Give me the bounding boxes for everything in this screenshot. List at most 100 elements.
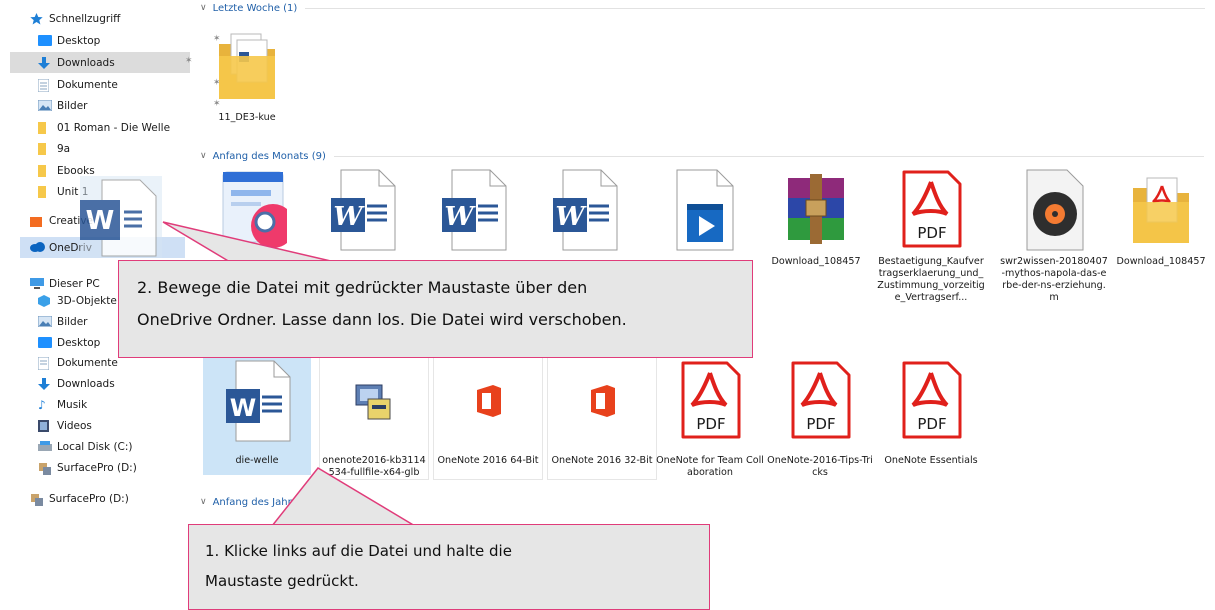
svg-text:PDF: PDF bbox=[696, 415, 725, 433]
drag-ghost: W bbox=[80, 176, 162, 258]
nav-folder-9a[interactable]: 9a bbox=[38, 138, 70, 159]
nav-label: Dieser PC bbox=[49, 277, 100, 290]
group-title: Anfang des Jahr bbox=[212, 496, 292, 508]
nav-label: Downloads bbox=[57, 377, 115, 390]
file-tile[interactable] bbox=[193, 166, 301, 254]
file-tile[interactable]: W bbox=[419, 166, 527, 254]
usb-drive-icon bbox=[38, 462, 52, 475]
callout-text: Maustaste gedrückt. bbox=[205, 572, 359, 590]
download-arrow-icon bbox=[38, 377, 52, 390]
nav-label: Desktop bbox=[57, 34, 101, 47]
nav-local-disk[interactable]: Local Disk (C:) bbox=[38, 436, 133, 457]
nav-bilder[interactable]: Bilder ✶ bbox=[37, 95, 221, 116]
desktop-icon bbox=[38, 336, 52, 349]
file-tile[interactable]: onenote2016-kb3114534-fullfile-x64-glb bbox=[319, 356, 429, 480]
file-tile[interactable]: OneNote 2016 64-Bit bbox=[433, 356, 543, 480]
file-tile[interactable]: W bbox=[308, 166, 416, 254]
file-tile[interactable]: W bbox=[530, 166, 638, 254]
svg-text:PDF: PDF bbox=[917, 415, 946, 433]
image-viewer-icon bbox=[193, 166, 301, 254]
file-tile[interactable]: PDF OneNote-2016-Tips-Tricks bbox=[766, 357, 874, 479]
svg-text:PDF: PDF bbox=[806, 415, 835, 433]
group-header-year-start[interactable]: ∨ Anfang des Jahr bbox=[200, 494, 292, 510]
document-icon bbox=[37, 356, 52, 370]
nav-desktop[interactable]: Desktop ✶ bbox=[38, 30, 221, 51]
nav-pc-videos[interactable]: Videos bbox=[38, 415, 92, 436]
group-header-last-week[interactable]: ∨ Letzte Woche (1) bbox=[200, 0, 1206, 16]
office-icon bbox=[434, 357, 542, 445]
file-name: OneNote-2016-Tips-Tricks bbox=[767, 455, 873, 478]
nav-network-surfacepro[interactable]: SurfacePro (D:) bbox=[30, 488, 129, 509]
svg-text:PDF: PDF bbox=[917, 224, 946, 242]
creative-cloud-icon bbox=[30, 215, 44, 227]
download-arrow-icon bbox=[38, 56, 52, 69]
nav-label: Dokumente bbox=[57, 356, 118, 369]
file-tile[interactable]: PDF OneNote for Team Collaboration bbox=[656, 357, 764, 479]
svg-text:W: W bbox=[444, 202, 476, 232]
svg-text:W: W bbox=[555, 202, 587, 232]
pin-icon[interactable]: ✶ bbox=[185, 56, 193, 66]
file-tile[interactable]: Download_108457 bbox=[1107, 166, 1215, 268]
file-tile[interactable]: swr2wissen-20180407-mythos-napola-das-er… bbox=[1000, 166, 1108, 304]
nav-label: 3D-Objekte bbox=[57, 294, 117, 307]
video-icon bbox=[38, 419, 52, 432]
folder-doc-icon bbox=[193, 22, 301, 110]
svg-text:W: W bbox=[230, 394, 256, 422]
music-note-icon: ♪ bbox=[38, 397, 46, 412]
computer-icon bbox=[30, 277, 44, 290]
nav-dokumente[interactable]: Dokumente ✶ bbox=[37, 74, 221, 95]
group-header-month-start[interactable]: ∨ Anfang des Monats (9) bbox=[200, 148, 1204, 164]
file-name: OneNote for Team Collaboration bbox=[656, 455, 764, 478]
nav-label: Desktop bbox=[57, 336, 101, 349]
nav-downloads[interactable]: Downloads ✶ bbox=[10, 52, 193, 73]
nav-label: Bilder bbox=[57, 99, 88, 112]
nav-label: Musik bbox=[57, 398, 88, 411]
audio-disc-icon bbox=[1000, 166, 1108, 254]
file-tile[interactable]: OneNote 2016 32-Bit bbox=[547, 356, 657, 480]
nav-quick-access[interactable]: Schnellzugriff bbox=[30, 8, 120, 29]
callout-text: OneDrive Ordner. Lasse dann los. Die Dat… bbox=[137, 310, 627, 329]
nav-pc-downloads[interactable]: Downloads bbox=[38, 373, 115, 394]
nav-surfacepro-drive[interactable]: SurfacePro (D:) bbox=[38, 457, 137, 478]
winrar-icon bbox=[762, 166, 870, 254]
file-tile[interactable] bbox=[648, 166, 756, 254]
nav-pc-desktop[interactable]: Desktop bbox=[38, 332, 100, 353]
pictures-icon bbox=[37, 99, 53, 112]
nav-label: Bilder bbox=[57, 315, 88, 328]
nav-label: Schnellzugriff bbox=[49, 12, 121, 25]
chevron-down-icon: ∨ bbox=[200, 3, 207, 13]
folder-icon bbox=[38, 121, 52, 134]
pictures-icon bbox=[37, 315, 53, 328]
nav-pc-musik[interactable]: ♪ Musik bbox=[38, 394, 87, 415]
pdf-icon: PDF bbox=[766, 357, 874, 445]
chevron-down-icon: ∨ bbox=[200, 151, 207, 161]
nav-pc-bilder[interactable]: Bilder bbox=[37, 311, 88, 332]
usb-drive-icon bbox=[30, 493, 44, 506]
file-tile[interactable]: PDF Bestaetigung_Kaufvertragserklaerung_… bbox=[877, 166, 985, 304]
nav-pc-dokumente[interactable]: Dokumente bbox=[37, 352, 118, 373]
video-file-icon bbox=[648, 166, 756, 254]
pdf-icon: PDF bbox=[877, 357, 985, 445]
chevron-down-icon: ∨ bbox=[200, 497, 207, 507]
svg-text:W: W bbox=[86, 206, 115, 236]
nav-label: Videos bbox=[57, 419, 92, 432]
nav-label: Local Disk (C:) bbox=[57, 440, 133, 453]
group-title: Anfang des Monats (9) bbox=[212, 150, 326, 162]
cloud-icon bbox=[30, 241, 45, 254]
folder-icon bbox=[38, 185, 52, 198]
word-doc-icon: W bbox=[530, 166, 638, 254]
file-tile[interactable]: Download_108457 bbox=[762, 166, 870, 268]
file-tile[interactable]: 11_DE3-kue bbox=[193, 22, 301, 124]
star-icon bbox=[30, 12, 44, 25]
file-name: OneNote Essentials bbox=[884, 455, 978, 466]
drive-icon bbox=[38, 440, 52, 453]
pdf-icon: PDF bbox=[656, 357, 764, 445]
folder-icon bbox=[38, 164, 52, 177]
nav-3d-objects[interactable]: 3D-Objekte bbox=[38, 290, 117, 311]
file-tile-die-welle[interactable]: W die-welle bbox=[203, 357, 311, 475]
nav-folder-roman[interactable]: 01 Roman - Die Welle bbox=[38, 117, 170, 138]
file-name: Bestaetigung_Kaufvertragserklaerung_und_… bbox=[877, 256, 985, 303]
file-tile[interactable]: PDF OneNote Essentials bbox=[877, 357, 985, 467]
nav-label: SurfacePro (D:) bbox=[57, 461, 137, 474]
file-name: die-welle bbox=[235, 455, 279, 466]
